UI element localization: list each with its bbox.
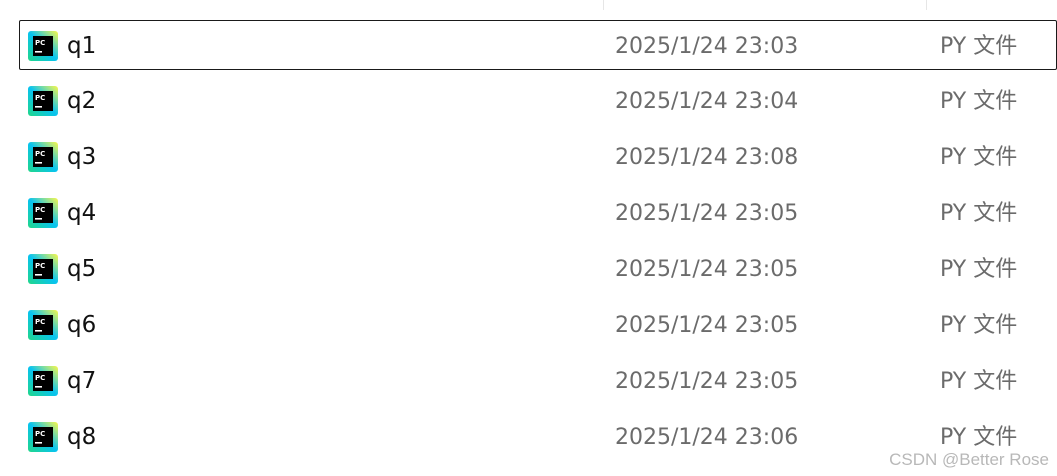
svg-text:PC: PC: [35, 430, 45, 438]
column-divider[interactable]: [603, 0, 604, 10]
file-modified-date: 2025/1/24 23:08: [615, 145, 799, 170]
svg-text:PC: PC: [35, 150, 45, 158]
file-row-q6[interactable]: PC q6 2025/1/24 23:05 PY 文件: [0, 300, 1057, 356]
file-row-q3[interactable]: PC q3 2025/1/24 23:08 PY 文件: [0, 132, 1057, 188]
file-row-q5[interactable]: PC q5 2025/1/24 23:05 PY 文件: [0, 244, 1057, 300]
svg-text:PC: PC: [35, 318, 45, 326]
file-type: PY 文件: [940, 145, 1018, 170]
file-row-q4[interactable]: PC q4 2025/1/24 23:05 PY 文件: [0, 188, 1057, 244]
pycharm-file-icon: PC: [28, 31, 58, 61]
file-name[interactable]: q6: [67, 311, 96, 339]
file-type: PY 文件: [940, 201, 1018, 226]
watermark: CSDN @Better Rose: [889, 450, 1049, 469]
pycharm-file-icon: PC: [28, 198, 58, 228]
column-divider[interactable]: [926, 0, 927, 10]
file-modified-date: 2025/1/24 23:03: [615, 34, 799, 59]
file-name[interactable]: q3: [67, 143, 96, 171]
file-type: PY 文件: [940, 257, 1018, 282]
pycharm-file-icon: PC: [28, 422, 58, 452]
file-type: PY 文件: [940, 89, 1018, 114]
file-row-q1[interactable]: PC q1 2025/1/24 23:03 PY 文件: [19, 20, 1057, 70]
file-name[interactable]: q8: [67, 423, 96, 451]
pycharm-file-icon: PC: [28, 142, 58, 172]
svg-text:PC: PC: [35, 94, 45, 102]
pycharm-file-icon: PC: [28, 366, 58, 396]
file-modified-date: 2025/1/24 23:05: [615, 257, 799, 282]
pycharm-file-icon: PC: [28, 310, 58, 340]
svg-text:PC: PC: [35, 206, 45, 214]
file-row-q2[interactable]: PC q2 2025/1/24 23:04 PY 文件: [0, 76, 1057, 132]
file-list: PC q1 2025/1/24 23:03 PY 文件 PC q2 2025/1…: [0, 20, 1057, 468]
file-modified-date: 2025/1/24 23:05: [615, 201, 799, 226]
file-modified-date: 2025/1/24 23:04: [615, 89, 799, 114]
file-name[interactable]: q2: [67, 87, 96, 115]
svg-text:PC: PC: [35, 262, 45, 270]
file-name[interactable]: q4: [67, 199, 96, 227]
file-name[interactable]: q7: [67, 367, 96, 395]
file-type: PY 文件: [940, 313, 1018, 338]
file-type: PY 文件: [940, 425, 1018, 450]
file-name[interactable]: q5: [67, 255, 96, 283]
file-modified-date: 2025/1/24 23:06: [615, 425, 799, 450]
svg-text:PC: PC: [35, 374, 45, 382]
file-type: PY 文件: [940, 34, 1018, 59]
file-row-q7[interactable]: PC q7 2025/1/24 23:05 PY 文件: [0, 356, 1057, 412]
file-type: PY 文件: [940, 369, 1018, 394]
pycharm-file-icon: PC: [28, 254, 58, 284]
svg-text:PC: PC: [35, 39, 45, 47]
file-explorer: PC q1 2025/1/24 23:03 PY 文件 PC q2 2025/1…: [0, 0, 1057, 476]
pycharm-file-icon: PC: [28, 86, 58, 116]
file-modified-date: 2025/1/24 23:05: [615, 369, 799, 394]
column-header-strip: [0, 0, 1057, 12]
file-modified-date: 2025/1/24 23:05: [615, 313, 799, 338]
file-name[interactable]: q1: [67, 32, 96, 60]
